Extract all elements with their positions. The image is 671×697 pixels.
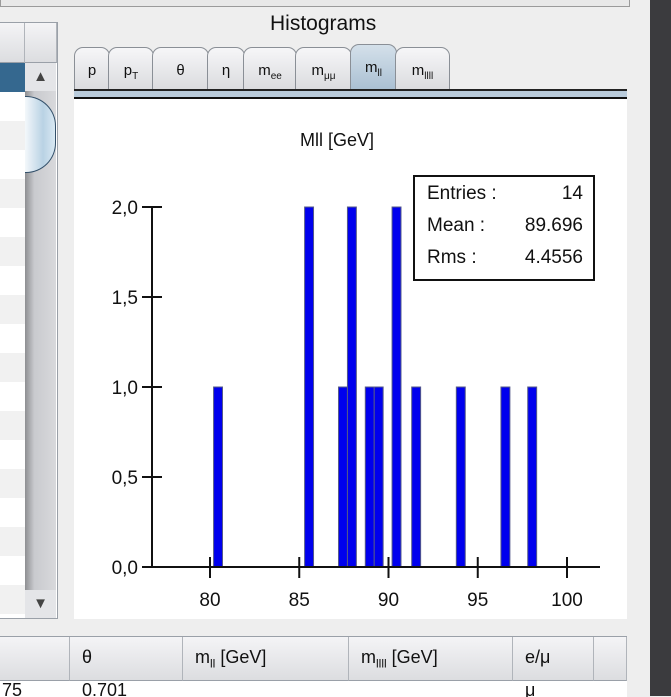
entries-value: 14 (561, 183, 583, 204)
x-tick-label: 85 (289, 590, 310, 611)
y-tick-label: 2,0 (112, 198, 138, 219)
x-tick-label: 80 (199, 590, 220, 611)
x-tick-label: 95 (467, 590, 488, 611)
column-header-corner (594, 637, 627, 681)
header-unit: [GeV] (215, 647, 267, 667)
rms-value: 4.4556 (524, 247, 583, 268)
histogram-bar (527, 386, 538, 568)
header-subscript: llll (376, 656, 387, 671)
header-label: m (195, 647, 210, 667)
particle-table: θ mll [GeV] mllll [GeV] e/μ 75 0.701 μ (0, 636, 627, 697)
histogram-bar (213, 386, 223, 568)
y-tick-label: 1,5 (112, 288, 138, 309)
mean-value: 89.696 (524, 215, 583, 236)
column-header[interactable] (0, 637, 70, 681)
histogram-bar (373, 386, 384, 568)
histogram-bar (391, 206, 402, 568)
histogram-bar (346, 206, 357, 568)
column-header[interactable]: mllll [GeV] (349, 637, 513, 681)
table-cell: μ (525, 683, 536, 697)
header-label: e/μ (525, 647, 551, 667)
stats-box: Entries : 14 Mean : 89.696 Rms : 4.4556 (413, 175, 595, 281)
x-tick-label: 100 (551, 590, 583, 611)
table-cell: 0.701 (82, 683, 128, 697)
y-tick-label: 0,5 (112, 468, 138, 489)
header-label: m (361, 647, 376, 667)
histogram-bar (455, 386, 466, 568)
header-unit: [GeV] (386, 647, 438, 667)
table-cell: 75 (2, 683, 23, 697)
histogram-bar (304, 206, 315, 568)
mean-label: Mean : (427, 215, 486, 236)
y-tick-label: 0,0 (112, 558, 138, 579)
column-header[interactable]: e/μ (513, 637, 594, 681)
histogram-bar (500, 386, 511, 568)
column-header[interactable]: mll [GeV] (183, 637, 349, 681)
header-label: θ (82, 647, 93, 667)
histogram-chart: 80 85 90 95 100 0,0 0,5 1,0 1,5 2,0 (112, 198, 600, 611)
window-edge (650, 0, 671, 696)
rms-label: Rms : (427, 247, 477, 268)
entries-label: Entries : (427, 183, 497, 204)
histogram-bar (338, 386, 348, 568)
histogram-bar (364, 386, 375, 568)
histogram-bar (411, 386, 422, 568)
y-tick-label: 1,0 (112, 378, 138, 399)
x-tick-label: 90 (378, 590, 399, 611)
column-header[interactable]: θ (70, 637, 183, 681)
